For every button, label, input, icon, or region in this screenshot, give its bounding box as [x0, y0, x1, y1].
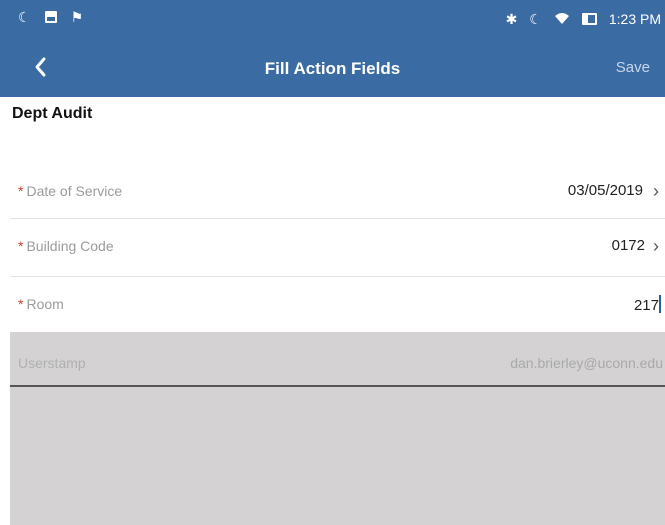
- building-code-field[interactable]: * Building Code 0172 ›: [10, 219, 665, 275]
- image-icon: [44, 11, 57, 23]
- chevron-right-icon: ›: [653, 236, 659, 256]
- battery-icon: [581, 13, 597, 25]
- room-label-text: Room: [26, 296, 64, 312]
- moon-icon: ☾: [18, 9, 31, 25]
- flag-icon: ⚑: [70, 9, 84, 25]
- status-left-icons: ☾ ⚑: [18, 9, 83, 25]
- status-time: 1:23 PM: [608, 11, 661, 27]
- section-title: Dept Audit: [12, 105, 93, 122]
- chevron-right-icon: ›: [653, 181, 659, 201]
- status-bar: ☾ ⚑ ✱ ☾ 1:23 PM: [0, 0, 665, 40]
- status-right-icons: ✱ ☾ 1:23 PM: [506, 11, 661, 27]
- date-of-service-label-text: Date of Service: [26, 183, 123, 199]
- room-label: * Room: [18, 296, 64, 312]
- page-title: Fill Action Fields: [264, 59, 401, 78]
- moon-icon: ☾: [529, 11, 542, 27]
- save-button[interactable]: Save: [616, 59, 650, 76]
- date-of-service-value: 03/05/2019: [567, 182, 643, 199]
- building-code-label-text: Building Code: [26, 238, 114, 254]
- room-value: 217: [633, 297, 659, 314]
- bluetooth-icon: ✱: [505, 11, 518, 27]
- wifi-icon: [554, 11, 570, 27]
- building-code-label: * Building Code: [18, 238, 114, 254]
- date-of-service-field[interactable]: * Date of Service 03/05/2019 ›: [10, 164, 665, 220]
- userstamp-label: Userstamp: [18, 355, 86, 371]
- date-of-service-label: * Date of Service: [18, 183, 122, 199]
- room-field[interactable]: * Room 217: [10, 277, 665, 333]
- userstamp-value: dan.brierley@uconn.edu: [510, 355, 663, 371]
- text-cursor: [659, 295, 661, 313]
- building-code-value: 0172: [611, 237, 645, 254]
- app-bar: Fill Action Fields Save: [0, 40, 665, 97]
- required-marker: *: [18, 296, 24, 312]
- screen: ☾ ⚑ ✱ ☾ 1:23 PM Fill Action Fields Save …: [0, 0, 665, 525]
- required-marker: *: [18, 238, 24, 254]
- room-input[interactable]: 217: [634, 295, 661, 314]
- required-marker: *: [18, 183, 24, 199]
- userstamp-underline: [10, 385, 665, 387]
- read-only-area: Userstamp dan.brierley@uconn.edu: [10, 332, 665, 525]
